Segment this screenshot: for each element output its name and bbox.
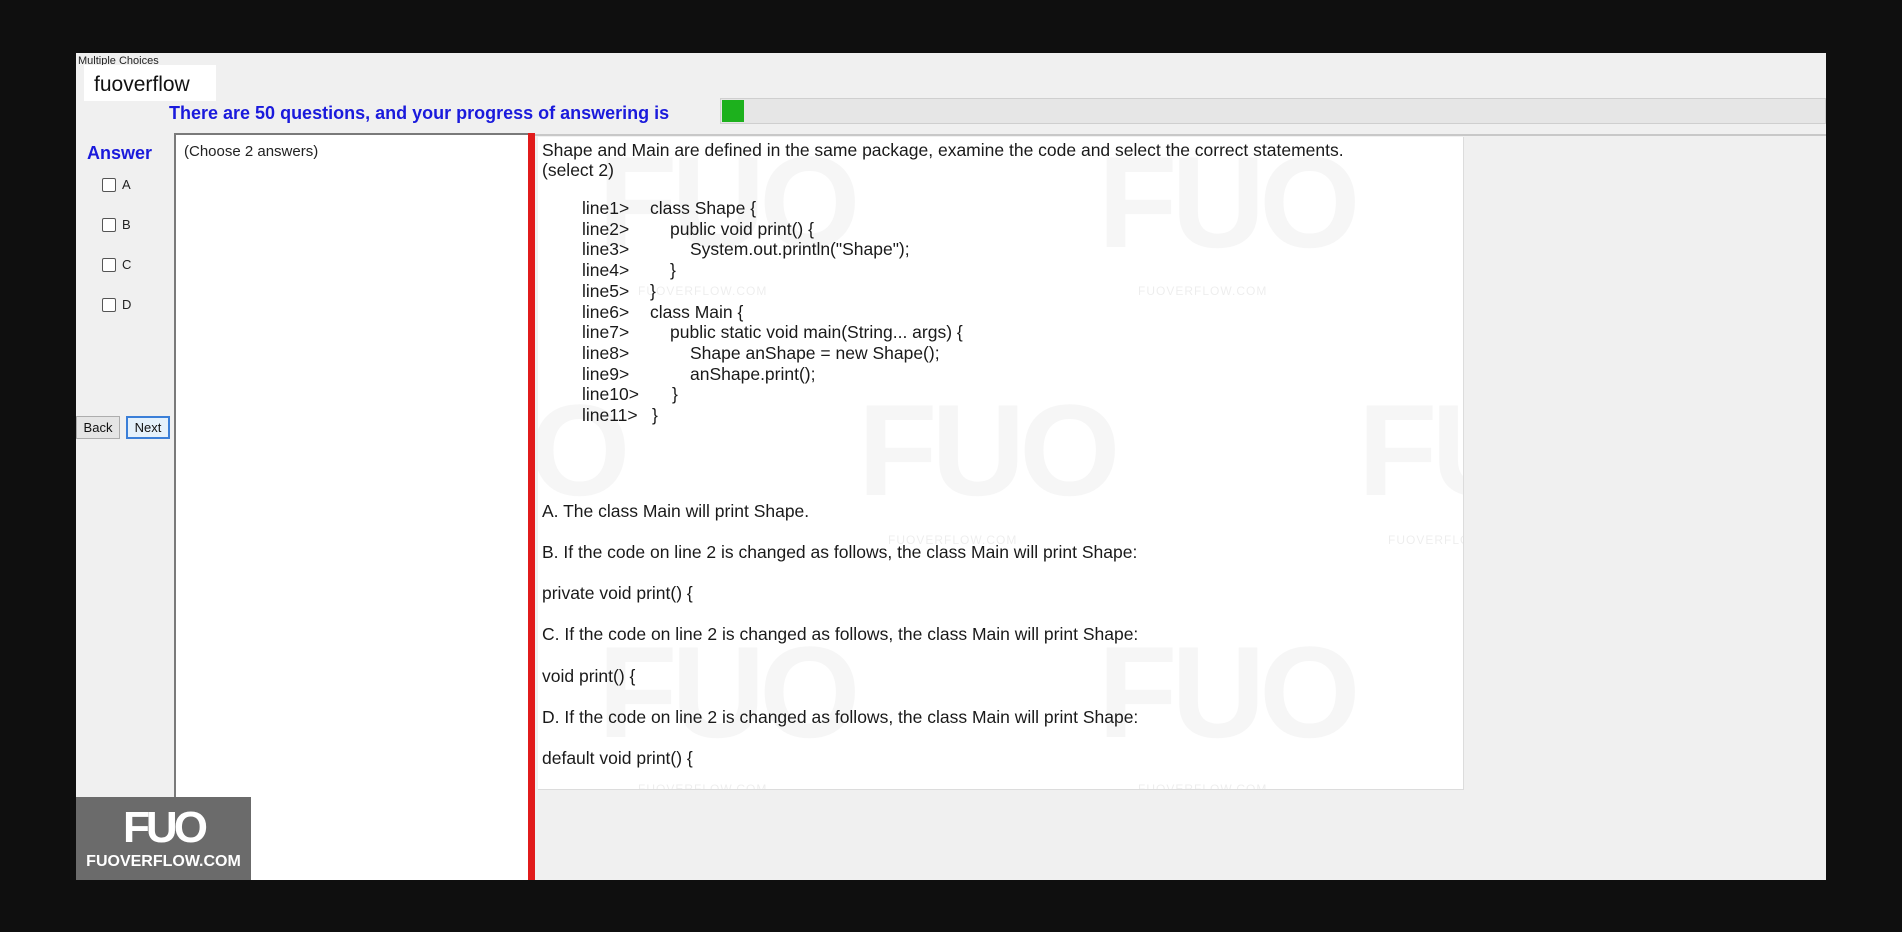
code-line-number: line11> (582, 405, 638, 425)
code-line-number: line7> (582, 322, 630, 343)
choice-a-text: A. The class Main will print Shape. (542, 501, 810, 521)
next-button[interactable]: Next (126, 416, 170, 439)
site-logo: FUO FUOVERFLOW.COM (76, 797, 251, 880)
option-label: B (122, 217, 131, 232)
watermark-logo: FUO (1358, 375, 1463, 525)
watermark-text: FUOVERFLOW.COM (1138, 782, 1268, 790)
code-line-text: class Shape { (650, 198, 757, 218)
code-line-text: } (652, 405, 658, 425)
code-line-number: line2> (582, 218, 630, 239)
back-button[interactable]: Back (76, 416, 120, 439)
choice-d-code: default void print() { (542, 748, 693, 768)
code-line-number: line4> (582, 260, 630, 281)
code-line-number: line8> (582, 342, 630, 363)
code-line-number: line10> (582, 384, 639, 405)
watermark-text: FUOVERFLOW.COM (1388, 533, 1463, 547)
code-line-number: line1> (582, 198, 630, 218)
question-select-count: (select 2) (542, 160, 614, 180)
choice-b-code: private void print() { (542, 583, 693, 603)
option-label: C (122, 257, 132, 272)
option-label: A (122, 177, 131, 192)
choice-d-text: D. If the code on line 2 is changed as f… (542, 707, 1139, 727)
watermark-logo: FUO (858, 375, 1114, 525)
question-prompt: Shape and Main are defined in the same p… (542, 140, 1344, 160)
option-b-checkbox[interactable]: B (102, 217, 131, 232)
code-line-text: public static void main(String... args) … (670, 322, 963, 343)
option-a-checkbox[interactable]: A (102, 177, 131, 192)
code-line-text: } (670, 260, 676, 281)
checkbox-icon[interactable] (102, 177, 116, 192)
code-line-text: } (650, 280, 656, 301)
watermark-tag: fuoverflow (94, 73, 190, 96)
code-line-text: anShape.print(); (690, 363, 816, 384)
code-line-number: line5> (582, 280, 630, 301)
logo-text: FUOVERFLOW.COM (86, 853, 241, 870)
choice-b-text: B. If the code on line 2 is changed as f… (542, 542, 1138, 562)
code-line-number: line6> (582, 301, 630, 322)
option-d-checkbox[interactable]: D (102, 297, 131, 312)
code-line-text: Shape anShape = new Shape(); (690, 342, 940, 363)
checkbox-icon[interactable] (102, 297, 116, 312)
progress-label: There are 50 questions, and your progres… (169, 103, 670, 123)
choice-c-code: void print() { (542, 666, 636, 686)
watermark-text: FUOVERFLOW.COM (1138, 284, 1268, 298)
question-panel: FUO FUO FUO FUO FUO FUO FUO FUOVERFLOW.C… (538, 137, 1464, 790)
choose-hint: (Choose 2 answers) (184, 143, 319, 160)
code-line-number: line9> (582, 363, 630, 384)
answer-hint-panel: (Choose 2 answers) (174, 133, 528, 880)
code-line-text: } (672, 384, 678, 405)
answer-title: Answer (87, 143, 153, 163)
progress-bar (720, 98, 1826, 124)
quiz-window: Multiple Choices fuoverflow There are 50… (76, 53, 1826, 880)
logo-mark: FUO (123, 803, 208, 852)
code-line-text: System.out.println("Shape"); (690, 239, 910, 260)
divider (530, 134, 1826, 136)
progress-fill (722, 100, 744, 122)
code-line-number: line3> (582, 239, 630, 260)
code-line-text: class Main { (650, 301, 744, 322)
option-c-checkbox[interactable]: C (102, 257, 131, 272)
watermark-text: FUOVERFLOW.COM (638, 284, 768, 298)
checkbox-icon[interactable] (102, 257, 116, 272)
watermark-text: FUOVERFLOW.COM (638, 782, 768, 790)
splitter-bar[interactable] (528, 133, 535, 880)
checkbox-icon[interactable] (102, 217, 116, 232)
option-label: D (122, 297, 132, 312)
code-line-text: public void print() { (670, 218, 814, 239)
choice-c-text: C. If the code on line 2 is changed as f… (542, 624, 1139, 644)
